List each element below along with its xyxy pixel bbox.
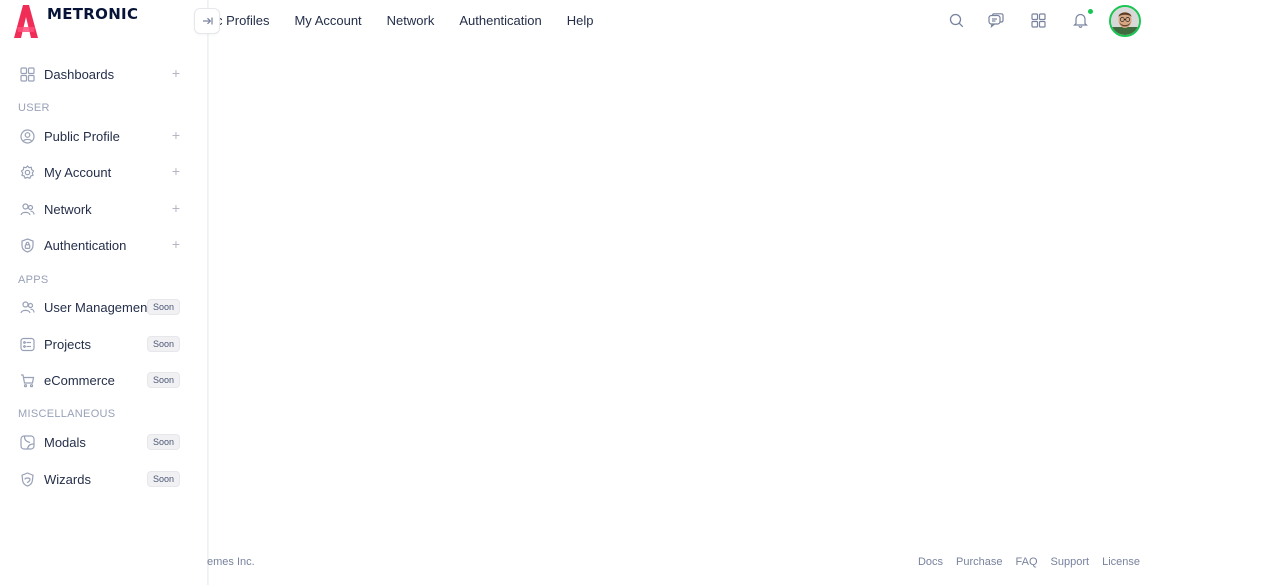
sidebar-item-public-profile[interactable]: Public Profile + <box>18 122 188 150</box>
grid-icon <box>18 65 36 83</box>
sidebar-item-label: Authentication <box>44 237 127 253</box>
collapse-arrow-icon <box>202 17 213 25</box>
plus-icon: + <box>171 236 180 252</box>
nav-network[interactable]: Network <box>387 13 435 28</box>
sidebar-item-dashboards[interactable]: Dashboards + <box>18 60 188 88</box>
footer-link-license[interactable]: License <box>1102 556 1140 568</box>
sidebar-item-user-management[interactable]: User Management Soon <box>18 293 188 321</box>
soon-badge: Soon <box>146 471 180 487</box>
notification-dot <box>1088 9 1093 14</box>
footer-copyright: emes Inc. <box>207 556 255 568</box>
section-heading-apps: APPS <box>18 274 49 286</box>
search-icon[interactable] <box>944 6 968 34</box>
users-icon <box>18 298 36 316</box>
plus-icon: + <box>171 163 180 179</box>
badge-icon <box>18 470 36 488</box>
cart-icon <box>18 371 36 389</box>
soon-badge: Soon <box>146 299 180 315</box>
sidebar-item-my-account[interactable]: My Account + <box>18 158 188 186</box>
nav-help[interactable]: Help <box>567 13 594 28</box>
plus-icon: + <box>171 200 180 216</box>
sidebar-item-projects[interactable]: Projects Soon <box>18 330 188 358</box>
footer-links: Docs Purchase FAQ Support License <box>905 556 1140 568</box>
brand-name: METRONIC <box>47 5 139 23</box>
sidebar-toggle-button[interactable] <box>194 8 220 34</box>
metronic-logo-icon <box>14 5 38 38</box>
users-icon <box>18 200 36 218</box>
user-avatar-icon <box>1111 7 1139 35</box>
sidebar-item-modals[interactable]: Modals Soon <box>18 428 188 456</box>
avatar[interactable] <box>1109 5 1141 37</box>
soon-badge: Soon <box>146 336 180 352</box>
apps-icon[interactable] <box>1026 6 1050 34</box>
footer-link-docs[interactable]: Docs <box>918 556 943 568</box>
sidebar-item-label: My Account <box>44 164 112 180</box>
sidebar-item-label: Public Profile <box>44 128 120 144</box>
sidebar-item-wizards[interactable]: Wizards Soon <box>18 465 188 493</box>
top-navigation: c Profiles My Account Network Authentica… <box>216 0 619 40</box>
section-heading-miscellaneous: MISCELLANEOUS <box>18 408 116 420</box>
plus-icon: + <box>171 127 180 143</box>
checklist-icon <box>18 335 36 353</box>
soon-badge: Soon <box>146 434 180 450</box>
nav-public-profiles[interactable]: c Profiles <box>216 13 269 28</box>
soon-badge: Soon <box>146 372 180 388</box>
sidebar-item-label: Dashboards <box>44 66 115 82</box>
modal-icon <box>18 433 36 451</box>
footer-link-support[interactable]: Support <box>1051 556 1090 568</box>
brand-logo[interactable]: METRONIC <box>12 3 138 39</box>
gear-icon <box>18 163 36 181</box>
plus-icon: + <box>171 65 180 81</box>
user-circle-icon <box>18 127 36 145</box>
sidebar: METRONIC Dashboards + USER Public Profil… <box>0 0 208 585</box>
nav-my-account[interactable]: My Account <box>294 13 361 28</box>
sidebar-item-authentication[interactable]: Authentication + <box>18 231 188 259</box>
chat-icon[interactable] <box>984 6 1008 34</box>
sidebar-item-label: Network <box>44 201 92 217</box>
footer-link-purchase[interactable]: Purchase <box>956 556 1002 568</box>
nav-authentication[interactable]: Authentication <box>459 13 541 28</box>
shield-icon <box>18 236 36 254</box>
section-heading-user: USER <box>18 102 50 114</box>
sidebar-item-ecommerce[interactable]: eCommerce Soon <box>18 366 188 394</box>
footer-link-faq[interactable]: FAQ <box>1016 556 1038 568</box>
sidebar-item-network[interactable]: Network + <box>18 195 188 223</box>
